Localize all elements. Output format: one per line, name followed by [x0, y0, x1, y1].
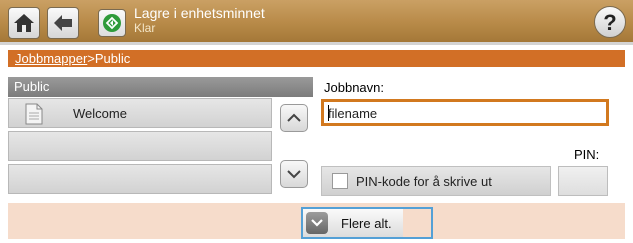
job-name-field[interactable]: [321, 99, 609, 126]
device-status: Klar: [134, 21, 156, 35]
title-bar: Lagre i enhetsminnet Klar ?: [0, 0, 633, 45]
breadcrumb-link-jobbmapper[interactable]: Jobbmapper: [15, 51, 87, 66]
list-item[interactable]: Welcome: [8, 98, 272, 128]
more-options-button-face: Flere alt.: [303, 209, 403, 237]
expand-icon: [306, 212, 328, 234]
pin-label: PIN:: [574, 147, 600, 162]
pin-print-toggle[interactable]: PIN-kode for å skrive ut: [321, 166, 551, 196]
pin-checkbox-label: PIN-kode for å skrive ut: [356, 174, 492, 189]
scroll-down-button[interactable]: [280, 160, 308, 188]
home-icon: [14, 14, 34, 32]
list-item[interactable]: [8, 131, 272, 161]
job-name-label: Jobbnavn:: [324, 80, 384, 95]
more-options-label: Flere alt.: [341, 216, 392, 231]
folder-list-header: Public: [8, 77, 313, 97]
pin-checkbox[interactable]: [332, 173, 348, 189]
home-button[interactable]: [8, 7, 40, 39]
start-button[interactable]: [98, 9, 126, 37]
chevron-down-icon: [287, 170, 301, 179]
document-icon: [25, 103, 43, 125]
scroll-up-button[interactable]: [280, 104, 308, 132]
help-button[interactable]: ?: [594, 6, 626, 38]
device-screen: Lagre i enhetsminnet Klar ? Jobbmapper>P…: [0, 0, 633, 243]
list-item-label: Welcome: [73, 106, 127, 121]
chevron-up-icon: [287, 113, 301, 122]
back-arrow-icon: [54, 15, 72, 31]
start-icon: [103, 14, 121, 32]
breadcrumb-separator: >: [87, 51, 95, 66]
job-name-input[interactable]: [328, 103, 598, 123]
screen-title: Lagre i enhetsminnet: [134, 5, 265, 21]
breadcrumb-current: Public: [94, 51, 131, 66]
back-button[interactable]: [47, 7, 79, 39]
pin-input[interactable]: [558, 166, 608, 196]
breadcrumb: Jobbmapper>Public: [8, 50, 625, 67]
more-options-button[interactable]: Flere alt.: [301, 207, 433, 239]
list-item[interactable]: [8, 164, 272, 194]
help-icon: ?: [603, 10, 617, 35]
